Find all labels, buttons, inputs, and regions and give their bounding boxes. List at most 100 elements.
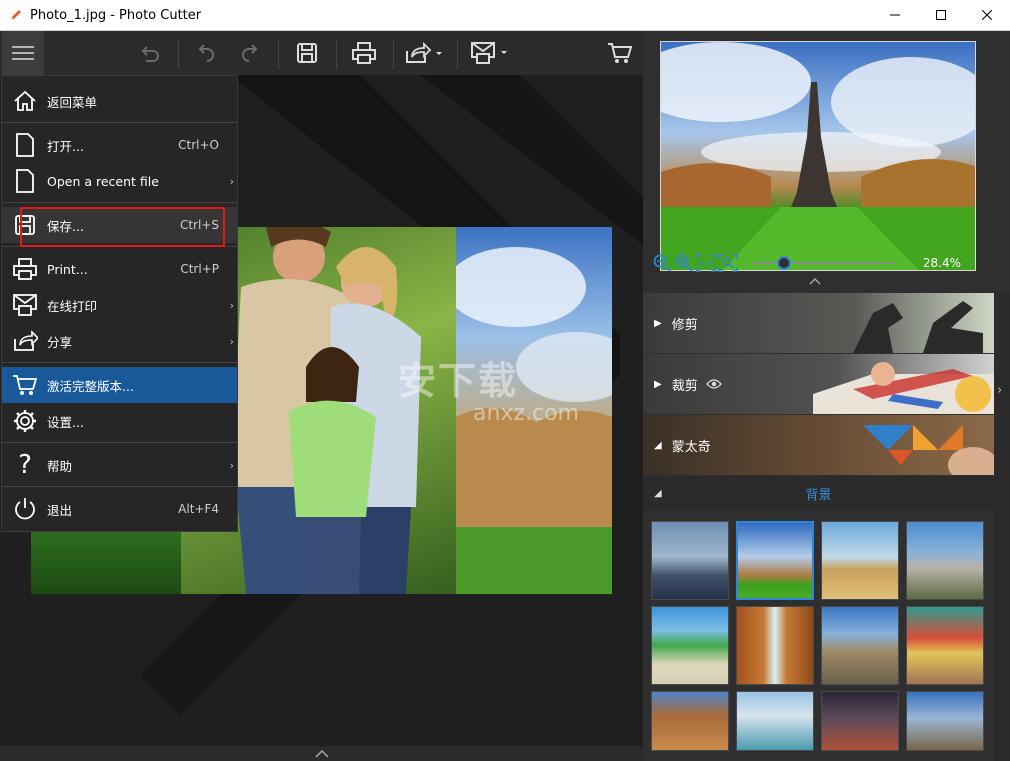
cart-toolbar-button[interactable]: [604, 31, 636, 75]
actual-size-icon: [696, 254, 716, 272]
online-print-icon: [471, 42, 507, 64]
redo-button[interactable]: [236, 31, 266, 75]
toolbar-separator: [278, 39, 279, 69]
gear-icon: [12, 408, 38, 434]
menu-separator: [2, 442, 237, 443]
menu-item-open-recent[interactable]: Open a recent file ›: [2, 163, 237, 199]
chevron-right-icon: ›: [229, 174, 234, 188]
chevron-up-icon: [314, 749, 329, 758]
eye-icon[interactable]: [705, 378, 722, 390]
help-icon: ?: [18, 450, 32, 480]
undo-all-button[interactable]: [135, 31, 165, 75]
chevron-right-icon: ›: [229, 334, 234, 348]
thumbnail-desert-road[interactable]: [821, 606, 899, 685]
online-print-icon: [12, 292, 38, 318]
section-crop[interactable]: ▶ 裁剪: [643, 354, 994, 414]
menu-separator: [2, 362, 237, 363]
share-icon: [12, 328, 38, 354]
thumbnail-waterfall[interactable]: [736, 606, 814, 685]
collapse-arrow-icon: ◢: [654, 439, 662, 451]
thumbnail-eiffel-tower[interactable]: [736, 521, 814, 600]
watermark: 安下载 anxz.com: [398, 350, 579, 426]
chevron-right-icon: ›: [229, 298, 234, 312]
cart-icon: [12, 372, 38, 398]
hamburger-menu-icon: [12, 46, 34, 60]
print-icon: [12, 256, 38, 282]
redo-icon: [242, 44, 258, 62]
save-icon: [297, 43, 317, 63]
watermark-subtext: anxz.com: [473, 401, 579, 426]
close-icon: [982, 10, 992, 20]
print-toolbar-button[interactable]: [348, 31, 380, 75]
main-toolbar: [0, 31, 643, 75]
thumbnail-brooklyn-bridge[interactable]: [651, 521, 729, 600]
share-icon: [406, 41, 442, 63]
bottom-panel-toggle[interactable]: [0, 746, 643, 761]
maximize-icon: [936, 10, 946, 20]
online-print-toolbar-button[interactable]: [468, 31, 510, 75]
zoom-in-button[interactable]: [673, 252, 695, 274]
menu-item-back[interactable]: 返回菜单: [2, 83, 237, 119]
chevron-up-icon: [809, 278, 821, 285]
menu-separator: [2, 122, 237, 123]
zoom-percentage: 28.4%: [922, 256, 961, 270]
menu-item-print[interactable]: Print... Ctrl+P: [2, 251, 237, 287]
minimize-icon: [890, 14, 900, 16]
expand-arrow-icon: ▶: [654, 378, 662, 390]
cart-icon: [608, 43, 633, 63]
save-toolbar-button[interactable]: [291, 31, 323, 75]
recent-file-icon: [12, 168, 38, 194]
title-bar: Photo_1.jpg - Photo Cutter: [0, 0, 1010, 31]
right-panel-scrollbar[interactable]: [994, 293, 1010, 761]
zoom-slider-track: [753, 262, 893, 264]
menu-separator: [2, 486, 237, 487]
thumbnail-coastal-city[interactable]: [736, 691, 814, 751]
thumbnail-mountain-valley[interactable]: [906, 691, 984, 751]
preview-thumbnail[interactable]: [660, 41, 976, 271]
undo-all-icon: [141, 46, 159, 62]
thumbnail-tropical-beach[interactable]: [651, 606, 729, 685]
section-trim[interactable]: ▶ 修剪: [643, 293, 994, 353]
open-file-icon: [12, 132, 38, 158]
collage-grass-panel: [31, 527, 191, 594]
actual-size-button[interactable]: [695, 252, 717, 274]
share-toolbar-button[interactable]: [403, 31, 445, 75]
menu-item-online-print[interactable]: 在线打印 ›: [2, 287, 237, 323]
menu-item-activate[interactable]: 激活完整版本...: [2, 367, 237, 403]
fit-to-window-button[interactable]: [717, 252, 739, 274]
zoom-controls: 28.4%: [651, 252, 1001, 274]
close-button[interactable]: [964, 0, 1010, 30]
file-menu: 返回菜单 打开... Ctrl+O Open a recent file › 保…: [1, 75, 238, 532]
maximize-button[interactable]: [918, 0, 964, 30]
thumbnail-pyramids[interactable]: [821, 521, 899, 600]
zoom-out-icon: [653, 254, 671, 272]
toolbar-separator: [336, 39, 337, 69]
watermark-text: 安下载: [398, 359, 519, 403]
thumbnail-bicycle-wall[interactable]: [906, 606, 984, 685]
minimize-button[interactable]: [872, 0, 918, 30]
power-icon: [12, 496, 38, 522]
collapse-preview-toggle[interactable]: [809, 277, 821, 288]
zoom-slider-thumb[interactable]: [776, 256, 791, 270]
zoom-out-button[interactable]: [651, 252, 673, 274]
menu-item-share[interactable]: 分享 ›: [2, 323, 237, 359]
thumbnail-lightning-desert[interactable]: [821, 691, 899, 751]
eiffel-tower-preview-image: [661, 42, 975, 270]
section-background-header[interactable]: ◢ 背景: [643, 476, 994, 510]
highlight-annotation-box: [20, 207, 225, 247]
print-icon: [352, 42, 376, 64]
undo-button[interactable]: [190, 31, 220, 75]
chevron-right-icon[interactable]: ›: [997, 383, 1002, 398]
zoom-slider[interactable]: [753, 256, 893, 270]
thumbnail-mount-rushmore[interactable]: [906, 521, 984, 600]
menu-item-settings[interactable]: 设置...: [2, 403, 237, 439]
scissors-illustration: [813, 362, 994, 414]
section-montage[interactable]: ◢ 蒙太奇: [643, 415, 994, 475]
hamburger-menu-button[interactable]: [2, 31, 44, 75]
zoom-in-icon: [675, 254, 693, 272]
tangram-illustration: [863, 425, 994, 475]
menu-item-help[interactable]: ? 帮助 ›: [2, 447, 237, 483]
thumbnail-canyon[interactable]: [651, 691, 729, 751]
menu-item-exit[interactable]: 退出 Alt+F4: [2, 491, 237, 527]
menu-item-open[interactable]: 打开... Ctrl+O: [2, 127, 237, 163]
